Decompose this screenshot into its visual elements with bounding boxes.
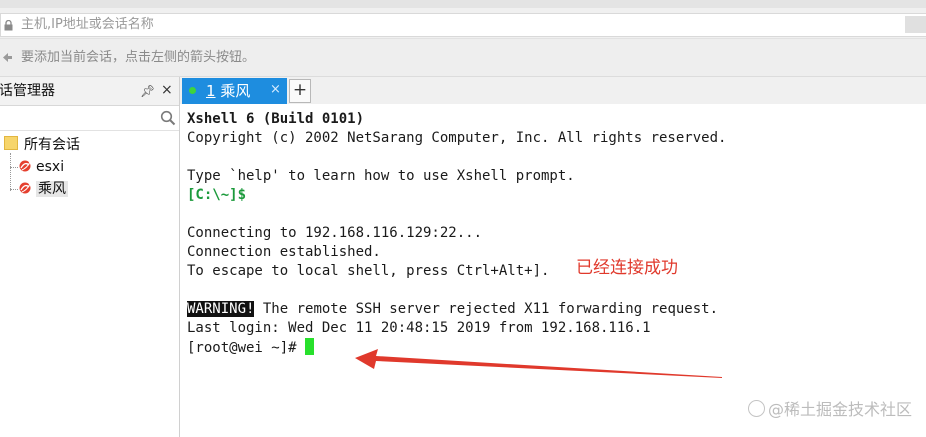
- pin-icon[interactable]: 📌︎: [140, 83, 155, 99]
- session-manager-panel: 话管理器 📌︎ × 所有会话 esxi 乘风: [0, 77, 180, 437]
- tree-root-label: 所有会话: [24, 137, 80, 153]
- terminal-line: Connecting to 192.168.116.129:22...: [187, 225, 483, 241]
- tab-label: 1 乘风: [206, 81, 250, 101]
- panel-title: 话管理器: [0, 83, 55, 99]
- panel-header: 话管理器 📌︎ ×: [0, 77, 179, 106]
- terminal-prompt: [C:\~]$: [187, 187, 247, 203]
- terminal-line: To escape to local shell, press Ctrl+Alt…: [187, 263, 550, 279]
- terminal-cursor: [305, 338, 315, 355]
- annotation-note: 已经连接成功: [576, 258, 678, 278]
- tree-item-label: 乘风: [36, 181, 68, 197]
- terminal-line: Type `help' to learn how to use Xshell p…: [187, 168, 575, 184]
- annotation-arrow-icon: [355, 349, 722, 378]
- watermark-text: @稀土掘金技术社区: [768, 400, 913, 419]
- session-search[interactable]: [0, 106, 179, 131]
- terminal-output: Xshell 6 (Build 0101) Copyright (c) 2002…: [187, 110, 726, 358]
- terminal-line: Last login: Wed Dec 11 20:48:15 2019 fro…: [187, 320, 651, 336]
- watermark: @稀土掘金技术社区: [748, 400, 912, 420]
- new-tab-button[interactable]: +: [289, 79, 311, 103]
- terminal-prompt: [root@wei ~]#: [187, 340, 306, 356]
- close-icon[interactable]: ×: [161, 82, 173, 98]
- hint-bar: 要添加当前会话，点击左侧的箭头按钮。: [0, 39, 926, 77]
- address-bar: 主机,IP地址或会话名称: [0, 8, 926, 39]
- arrow-icon[interactable]: [2, 52, 13, 63]
- terminal-line: Connection established.: [187, 244, 381, 260]
- tree-item-chengfeng[interactable]: 乘风: [8, 180, 68, 198]
- tree-item-esxi[interactable]: esxi: [8, 158, 64, 176]
- tab-close-icon[interactable]: ×: [270, 82, 281, 98]
- terminal-line: The remote SSH server rejected X11 forwa…: [254, 301, 719, 317]
- tree-root-all-sessions[interactable]: 所有会话: [4, 136, 80, 154]
- xshell-session-icon: [19, 160, 31, 172]
- tab-bar: 1 乘风 × +: [180, 77, 926, 105]
- terminal-line: Copyright (c) 2002 NetSarang Computer, I…: [187, 130, 727, 146]
- folder-icon: [4, 136, 18, 150]
- address-input[interactable]: 主机,IP地址或会话名称: [0, 13, 926, 37]
- address-placeholder: 主机,IP地址或会话名称: [21, 17, 154, 32]
- hint-text: 要添加当前会话，点击左侧的箭头按钮。: [21, 50, 256, 65]
- tab-title: 乘风: [220, 82, 251, 100]
- search-icon[interactable]: [160, 110, 176, 126]
- lock-icon: [4, 20, 13, 31]
- xshell-session-icon: [19, 182, 31, 194]
- tree-item-label: esxi: [36, 159, 65, 175]
- terminal-line: Xshell 6 (Build 0101): [187, 111, 365, 127]
- tab-number: 1: [206, 82, 216, 100]
- watermark-logo-icon: [748, 400, 765, 417]
- window-top-strip: [0, 0, 926, 8]
- warning-label: WARNING!: [187, 301, 255, 317]
- address-go-button[interactable]: [905, 16, 926, 33]
- connection-status-icon: [189, 87, 196, 94]
- terminal[interactable]: Xshell 6 (Build 0101) Copyright (c) 2002…: [180, 104, 926, 437]
- tab-chengfeng[interactable]: 1 乘风 ×: [182, 78, 287, 104]
